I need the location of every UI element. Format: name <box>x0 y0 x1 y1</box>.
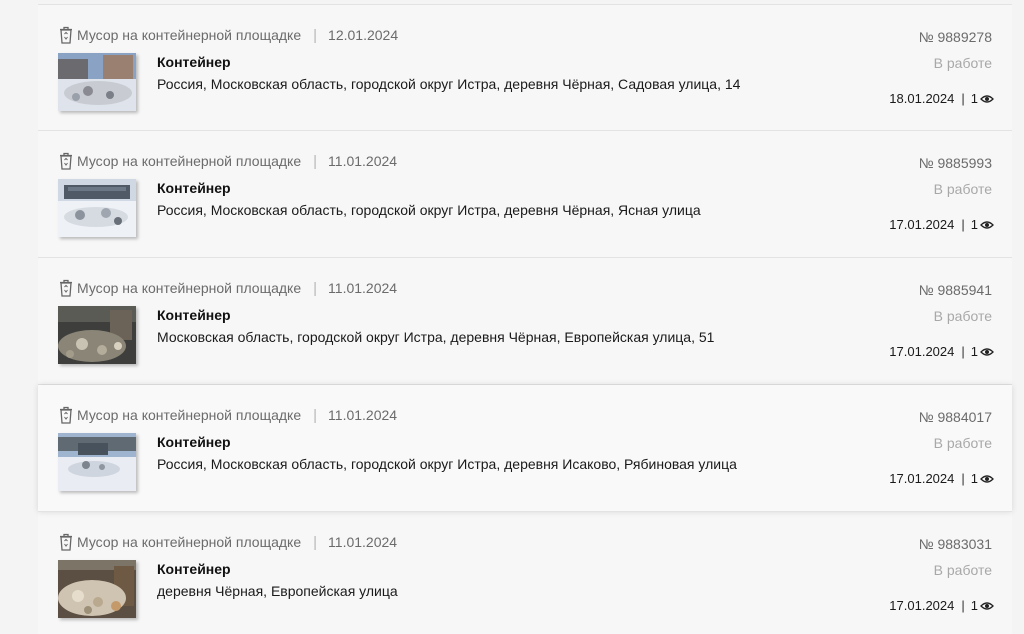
appeal-address: Московская область, городской округ Истр… <box>157 329 715 345</box>
views-count: 1 <box>970 217 978 232</box>
category-row: Мусор на контейнерной площадке | 12.01.2… <box>58 26 398 44</box>
eye-icon <box>980 220 994 229</box>
photo-thumbnail[interactable] <box>58 53 136 111</box>
eye-icon <box>980 347 994 356</box>
page: Мусор на контейнерной площадке | 12.01.2… <box>0 0 1024 634</box>
appeal-title: Контейнер <box>157 54 231 70</box>
trash-bin-icon <box>60 279 72 297</box>
appeal-title: Контейнер <box>157 180 231 196</box>
appeal-address: Россия, Московская область, городской ок… <box>157 202 701 218</box>
category-row: Мусор на контейнерной площадке | 11.01.2… <box>58 279 397 297</box>
eye-icon <box>980 94 994 103</box>
category-row: Мусор на контейнерной площадке | 11.01.2… <box>58 406 397 424</box>
category-label: Мусор на контейнерной площадке <box>77 27 302 43</box>
appeals-list: Мусор на контейнерной площадке | 12.01.2… <box>38 4 1012 634</box>
updated-meta: 18.01.2024 | 1 <box>889 91 994 106</box>
created-date: 11.01.2024 <box>328 153 398 169</box>
appeal-card[interactable]: Мусор на контейнерной площадке | 11.01.2… <box>38 258 1012 385</box>
status-badge: В работе <box>933 55 992 71</box>
updated-date: 17.01.2024 <box>889 598 955 613</box>
eye-icon <box>980 601 994 610</box>
appeal-title: Контейнер <box>157 434 231 450</box>
created-date: 12.01.2024 <box>328 27 399 43</box>
updated-date: 17.01.2024 <box>889 344 955 359</box>
appeal-number: № 9884017 <box>918 409 992 425</box>
photo-thumbnail[interactable] <box>58 433 136 491</box>
trash-bin-icon <box>60 26 72 44</box>
appeal-card[interactable]: Мусор на контейнерной площадке | 11.01.2… <box>38 131 1012 258</box>
status-badge: В работе <box>933 435 992 451</box>
views-count: 1 <box>970 91 978 106</box>
appeal-number: № 9885941 <box>918 282 992 298</box>
updated-meta: 17.01.2024 | 1 <box>889 344 994 359</box>
separator: | <box>313 406 318 424</box>
updated-meta: 17.01.2024 | 1 <box>889 471 994 486</box>
appeal-title: Контейнер <box>157 307 231 323</box>
separator: | <box>313 26 318 44</box>
category-label: Мусор на контейнерной площадке <box>77 407 302 423</box>
category-row: Мусор на контейнерной площадке | 11.01.2… <box>58 152 397 170</box>
views-count: 1 <box>970 344 978 359</box>
photo-thumbnail[interactable] <box>58 560 136 618</box>
photo-thumbnail[interactable] <box>58 179 136 237</box>
trash-bin-icon <box>60 152 72 170</box>
appeal-card[interactable]: Мусор на контейнерной площадке | 11.01.2… <box>38 512 1012 634</box>
separator: | <box>313 279 318 297</box>
separator: | <box>961 91 965 106</box>
appeal-number: № 9885993 <box>918 155 992 171</box>
appeal-address: Россия, Московская область, городской ок… <box>157 76 741 92</box>
category-row: Мусор на контейнерной площадке | 11.01.2… <box>58 533 397 551</box>
appeal-card[interactable]: Мусор на контейнерной площадке | 11.01.2… <box>38 385 1012 512</box>
category-label: Мусор на контейнерной площадке <box>77 153 302 169</box>
updated-meta: 17.01.2024 | 1 <box>889 217 994 232</box>
separator: | <box>961 344 965 359</box>
trash-bin-icon <box>60 406 72 424</box>
updated-date: 17.01.2024 <box>889 471 955 486</box>
eye-icon <box>980 474 994 483</box>
created-date: 11.01.2024 <box>328 407 398 423</box>
separator: | <box>961 598 965 613</box>
separator: | <box>961 217 965 232</box>
appeal-number: № 9883031 <box>918 536 992 552</box>
appeal-address: деревня Чёрная, Европейская улица <box>157 583 398 599</box>
category-label: Мусор на контейнерной площадке <box>77 280 302 296</box>
separator: | <box>961 471 965 486</box>
updated-date: 18.01.2024 <box>889 91 955 106</box>
separator: | <box>313 152 318 170</box>
appeal-card[interactable]: Мусор на контейнерной площадке | 12.01.2… <box>38 4 1012 131</box>
status-badge: В работе <box>933 308 992 324</box>
category-label: Мусор на контейнерной площадке <box>77 534 302 550</box>
views-count: 1 <box>970 598 978 613</box>
views-count: 1 <box>970 471 978 486</box>
photo-thumbnail[interactable] <box>58 306 136 364</box>
created-date: 11.01.2024 <box>328 534 398 550</box>
status-badge: В работе <box>933 562 992 578</box>
status-badge: В работе <box>933 181 992 197</box>
appeal-number: № 9889278 <box>918 29 992 45</box>
updated-meta: 17.01.2024 | 1 <box>889 598 994 613</box>
appeal-address: Россия, Московская область, городской ок… <box>157 456 737 472</box>
separator: | <box>313 533 318 551</box>
appeal-title: Контейнер <box>157 561 231 577</box>
trash-bin-icon <box>60 533 72 551</box>
updated-date: 17.01.2024 <box>889 217 955 232</box>
created-date: 11.01.2024 <box>328 280 398 296</box>
